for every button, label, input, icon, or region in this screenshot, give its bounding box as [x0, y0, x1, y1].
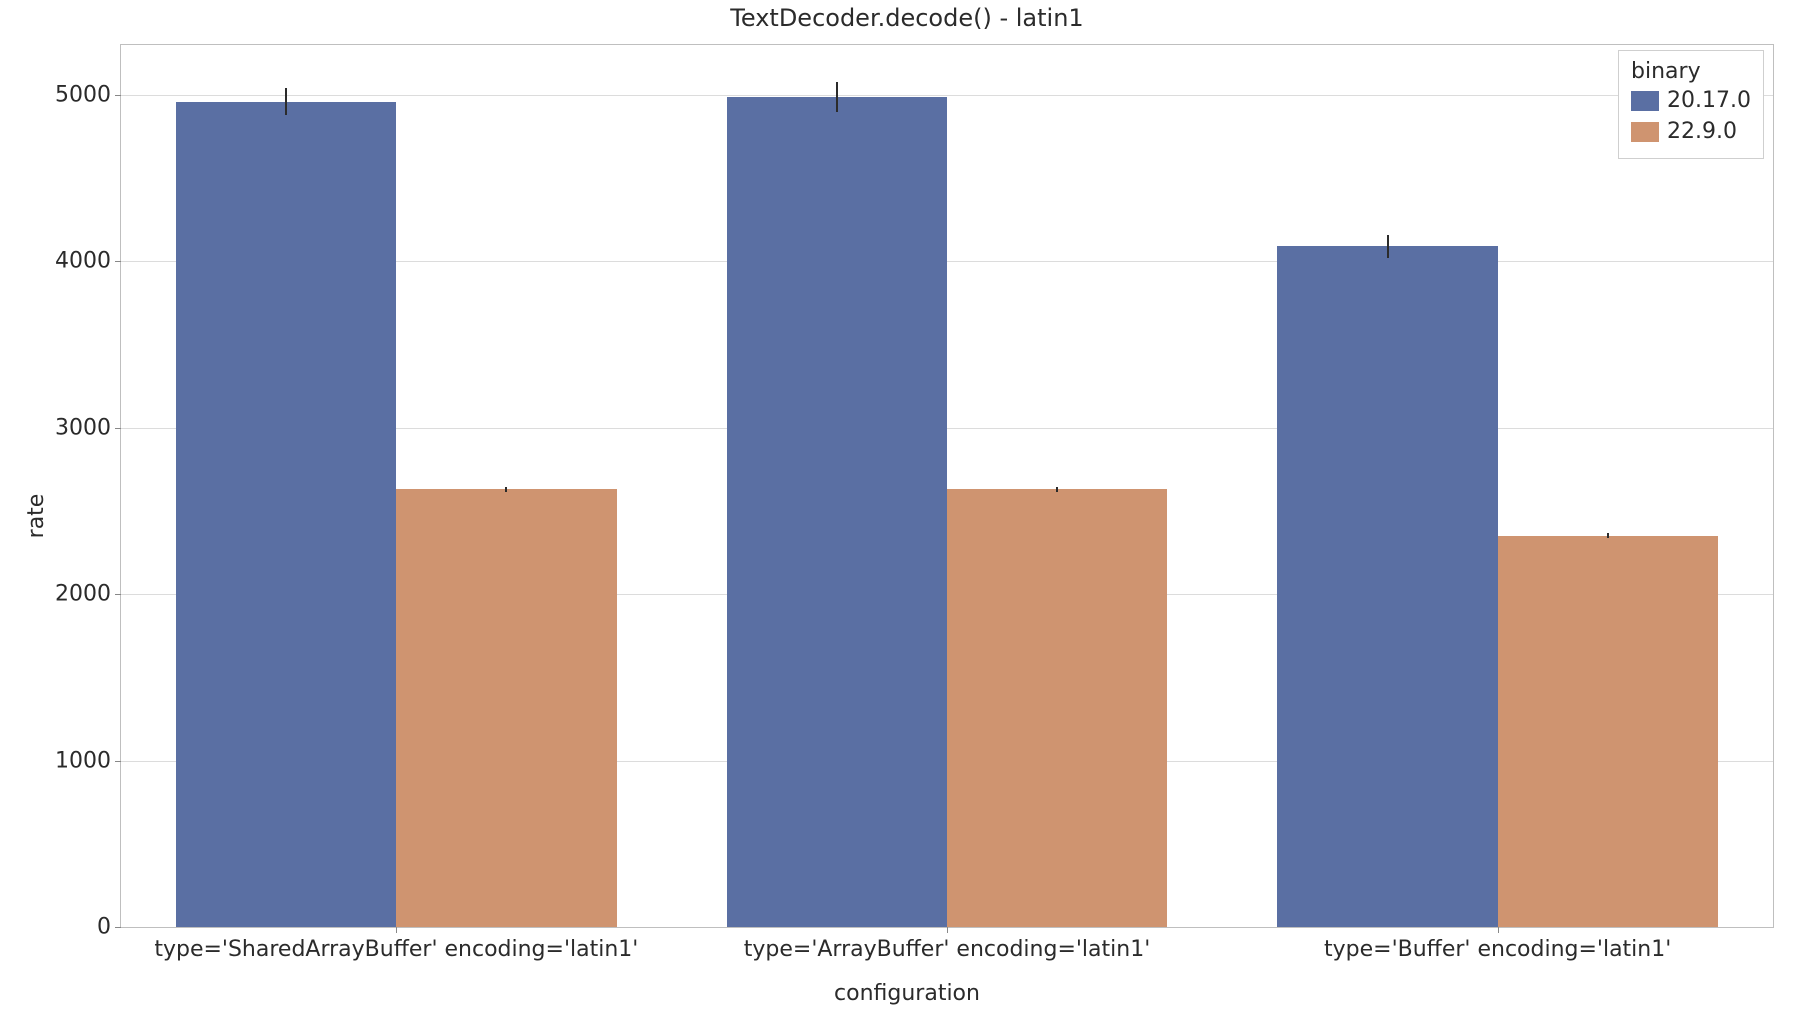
y-tick-mark [115, 95, 121, 96]
chart-figure: TextDecoder.decode() - latin1 rate confi… [0, 0, 1814, 1032]
y-tick-label: 5000 [55, 82, 111, 107]
bar [396, 489, 616, 927]
y-tick-mark [115, 761, 121, 762]
x-tick-mark [1498, 927, 1499, 933]
bar [1498, 536, 1718, 927]
error-bar [1056, 487, 1058, 492]
x-axis-label: configuration [0, 981, 1814, 1006]
legend-title: binary [1631, 59, 1751, 84]
chart-title: TextDecoder.decode() - latin1 [0, 4, 1814, 32]
bar [727, 97, 947, 927]
error-bar [285, 88, 287, 115]
legend-swatch-icon [1631, 91, 1659, 111]
y-tick-mark [115, 261, 121, 262]
plot-area: 010002000300040005000type='SharedArrayBu… [120, 44, 1774, 928]
error-bar [1387, 235, 1389, 258]
y-tick-mark [115, 594, 121, 595]
x-tick-mark [396, 927, 397, 933]
y-tick-label: 4000 [55, 249, 111, 274]
y-tick-label: 2000 [55, 582, 111, 607]
x-tick-label: type='ArrayBuffer' encoding='latin1' [744, 937, 1151, 962]
y-axis-label: rate [24, 494, 49, 539]
y-tick-label: 3000 [55, 415, 111, 440]
y-tick-mark [115, 927, 121, 928]
x-tick-label: type='Buffer' encoding='latin1' [1324, 937, 1671, 962]
y-tick-mark [115, 428, 121, 429]
error-bar [505, 487, 507, 492]
legend-entry: 22.9.0 [1631, 117, 1751, 148]
bar [1277, 246, 1497, 927]
legend-entry-label: 20.17.0 [1667, 86, 1751, 117]
legend-entry: 20.17.0 [1631, 86, 1751, 117]
bar [947, 489, 1167, 927]
y-tick-label: 0 [97, 915, 111, 940]
legend-entry-label: 22.9.0 [1667, 117, 1737, 148]
legend: binary 20.17.0 22.9.0 [1618, 50, 1764, 159]
error-bar [1607, 533, 1609, 538]
error-bar [836, 82, 838, 112]
legend-swatch-icon [1631, 122, 1659, 142]
x-tick-label: type='SharedArrayBuffer' encoding='latin… [154, 937, 638, 962]
y-tick-label: 1000 [55, 748, 111, 773]
gridline [121, 95, 1773, 96]
x-tick-mark [947, 927, 948, 933]
bar [176, 102, 396, 927]
